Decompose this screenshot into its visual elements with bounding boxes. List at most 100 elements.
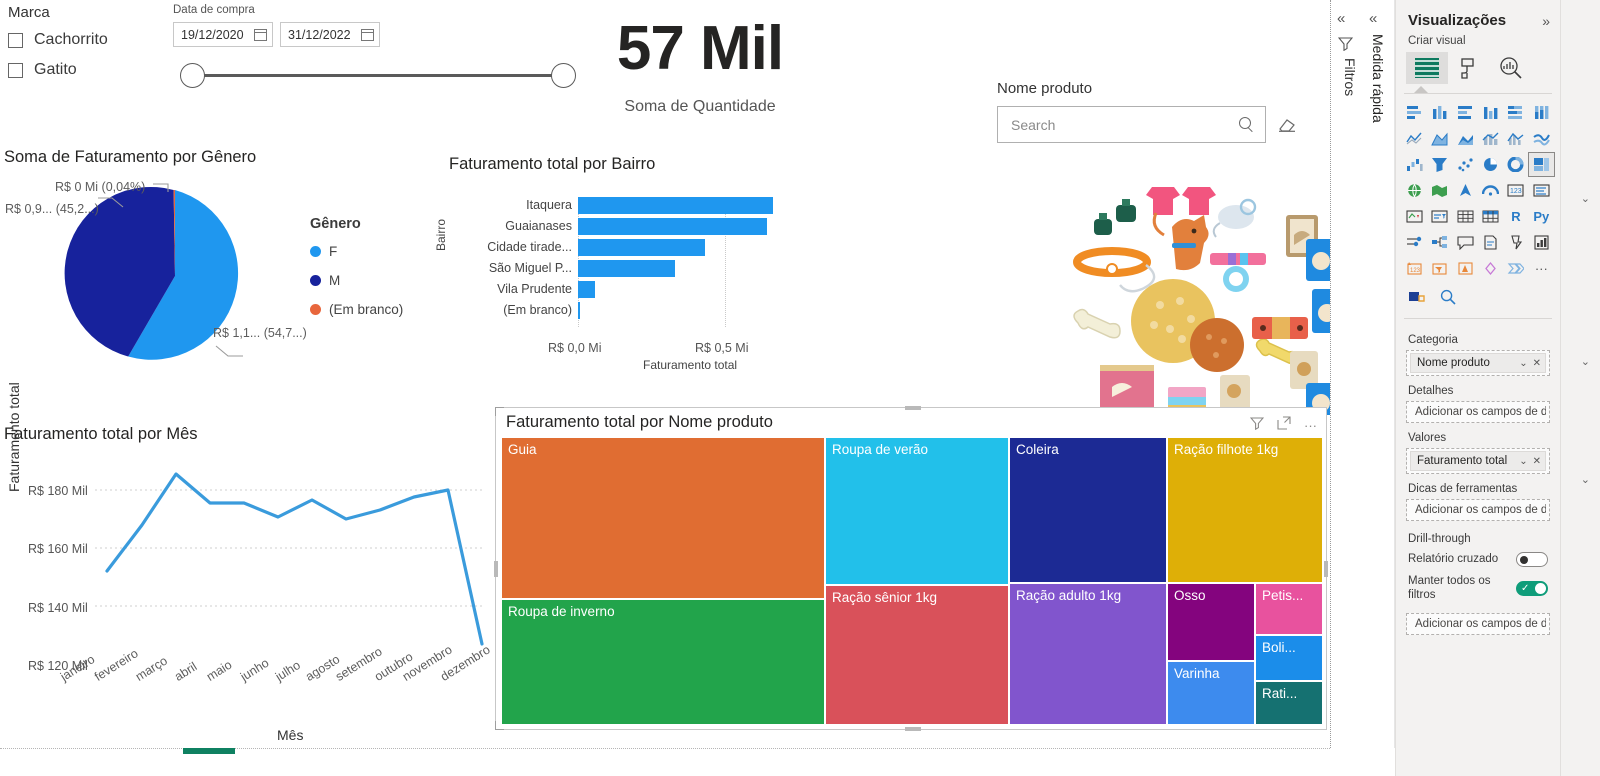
- treemap-tile-racao-filhote[interactable]: Ração filhote 1kg: [1168, 438, 1322, 582]
- bar-rect[interactable]: [578, 302, 580, 319]
- field-chip-faturamento-total[interactable]: Faturamento total ⌄ ✕: [1410, 451, 1546, 471]
- chevron-down-icon[interactable]: ⌄: [1519, 456, 1527, 467]
- treemap-tile-racao-adulto[interactable]: Ração adulto 1kg: [1010, 584, 1166, 724]
- build-visual-tab[interactable]: [1406, 52, 1448, 84]
- map-icon[interactable]: [1402, 179, 1427, 202]
- bar-rect[interactable]: [578, 218, 767, 235]
- chevron-down-icon[interactable]: ⌄: [1581, 473, 1590, 486]
- date-range-slider[interactable]: [173, 55, 583, 95]
- area-chart-icon[interactable]: [1427, 127, 1452, 150]
- more-options-icon[interactable]: ···: [1304, 419, 1317, 432]
- kpi-icon[interactable]: [1402, 205, 1427, 228]
- table-icon[interactable]: [1453, 205, 1478, 228]
- treemap-tile-petiscos[interactable]: Petis...: [1256, 584, 1322, 634]
- ribbon-chart-icon[interactable]: [1529, 127, 1554, 150]
- remove-field-icon[interactable]: ✕: [1533, 358, 1541, 369]
- calendar-icon[interactable]: [361, 28, 374, 41]
- treemap-tile-ratinho[interactable]: Rati...: [1256, 682, 1322, 724]
- bar-rect[interactable]: [578, 260, 675, 277]
- keep-filters-toggle[interactable]: ✓: [1516, 580, 1548, 596]
- cross-report-toggle[interactable]: [1516, 552, 1548, 567]
- bar-rect[interactable]: [578, 239, 705, 256]
- date-end-field[interactable]: 31/12/2022: [280, 22, 380, 47]
- power-apps-icon[interactable]: 123: [1402, 257, 1427, 280]
- search-icon[interactable]: [1239, 117, 1254, 132]
- legend-item-em-branco[interactable]: (Em branco): [310, 302, 403, 317]
- slicer-marca-option-gatito[interactable]: Gatito: [8, 61, 168, 79]
- paginated-report-icon[interactable]: [1503, 231, 1528, 254]
- qa-icon[interactable]: [1453, 231, 1478, 254]
- arcgis-map-icon[interactable]: [1478, 179, 1503, 202]
- analytics-tab[interactable]: [1490, 52, 1532, 84]
- treemap-tile-osso[interactable]: Osso: [1168, 584, 1254, 660]
- python-script-icon[interactable]: Py: [1529, 205, 1554, 228]
- treemap-tile-coleira[interactable]: Coleira: [1010, 438, 1166, 582]
- resize-handle-bottom[interactable]: [905, 727, 921, 731]
- well-categoria[interactable]: Nome produto ⌄ ✕: [1406, 350, 1550, 376]
- resize-handle-top-left[interactable]: [495, 407, 504, 416]
- funnel-chart-icon[interactable]: [1427, 153, 1452, 176]
- donut-chart-icon[interactable]: [1503, 153, 1528, 176]
- filled-map-icon[interactable]: [1427, 179, 1452, 202]
- slider-track[interactable]: [190, 74, 566, 77]
- resize-handle-top[interactable]: [905, 406, 921, 410]
- more-visuals-icon[interactable]: [1503, 257, 1528, 280]
- multi-row-card-icon[interactable]: [1529, 179, 1554, 202]
- visual-treemap-faturamento-por-produto[interactable]: Faturamento total por Nome produto ··· G…: [494, 406, 1328, 731]
- slicer-marca-option-cachorrito[interactable]: Cachorrito: [8, 31, 168, 49]
- line-chart-icon[interactable]: [1402, 127, 1427, 150]
- arcgis-maps-icon[interactable]: [1453, 257, 1478, 280]
- line-stacked-column-chart-icon[interactable]: [1478, 127, 1503, 150]
- slicer-marca[interactable]: Marca Cachorrito Gatito: [8, 4, 168, 91]
- treemap-tile-guia[interactable]: Guia: [502, 438, 824, 598]
- treemap-tile-roupa-inverno[interactable]: Roupa de inverno: [502, 600, 824, 724]
- line-series-faturamento[interactable]: [105, 472, 484, 646]
- chevron-down-icon[interactable]: ⌄: [1581, 192, 1590, 205]
- chevron-left-icon[interactable]: «: [1369, 10, 1377, 27]
- chevron-down-icon[interactable]: ⌄: [1519, 358, 1527, 369]
- r-script-icon[interactable]: R: [1503, 205, 1528, 228]
- stacked-area-chart-icon[interactable]: [1453, 127, 1478, 150]
- scatter-chart-icon[interactable]: [1453, 153, 1478, 176]
- treemap-tile-roupa-verao[interactable]: Roupa de verão: [826, 438, 1008, 584]
- well-dicas-de-ferramentas[interactable]: Adicionar os campos de da...: [1406, 499, 1550, 521]
- treemap-tile-varinha[interactable]: Varinha: [1168, 662, 1254, 724]
- focus-mode-icon[interactable]: [1277, 416, 1291, 435]
- slicer-data-compra[interactable]: Data de compra 19/12/2020 31/12/2022: [173, 4, 583, 95]
- resize-handle-left[interactable]: [494, 561, 498, 577]
- chevron-down-icon[interactable]: ⌄: [1581, 355, 1590, 368]
- ellipsis-icon[interactable]: ···: [1529, 257, 1554, 280]
- power-automate-icon[interactable]: [1427, 257, 1452, 280]
- clustered-bar-chart-icon[interactable]: [1453, 101, 1478, 124]
- decomposition-tree-icon[interactable]: [1427, 231, 1452, 254]
- chevron-right-icon[interactable]: »: [1542, 13, 1550, 29]
- smart-narrative-icon[interactable]: [1478, 257, 1503, 280]
- 100-stacked-column-chart-icon[interactable]: [1529, 101, 1554, 124]
- resize-handle-bottom-left[interactable]: [495, 721, 504, 730]
- search-icon[interactable]: [1440, 289, 1456, 310]
- quick-measure-pane-collapsed[interactable]: « Medida rápida: [1362, 0, 1395, 748]
- azure-map-icon[interactable]: [1453, 179, 1478, 202]
- visual-pie-faturamento-por-genero[interactable]: Soma de Faturamento por Gênero R$ 0 Mi (…: [0, 148, 440, 373]
- visual-bar-faturamento-por-bairro[interactable]: Faturamento total por Bairro Bairro Itaq…: [434, 155, 910, 380]
- remove-field-icon[interactable]: ✕: [1533, 456, 1541, 467]
- legend-item-m[interactable]: M: [310, 273, 403, 288]
- key-influencers-icon[interactable]: [1402, 231, 1427, 254]
- clustered-column-chart-icon[interactable]: [1478, 101, 1503, 124]
- treemap-tile-racao-senior[interactable]: Ração sênior 1kg: [826, 586, 1008, 724]
- metrics-icon[interactable]: [1529, 231, 1554, 254]
- slicer-icon[interactable]: [1427, 205, 1452, 228]
- bar-rect[interactable]: [578, 281, 595, 298]
- legend-item-f[interactable]: F: [310, 244, 403, 259]
- chevron-left-icon[interactable]: «: [1337, 10, 1345, 27]
- well-valores[interactable]: Faturamento total ⌄ ✕: [1406, 448, 1550, 474]
- well-drillthrough[interactable]: Adicionar os campos de dr...: [1406, 612, 1550, 635]
- 100-stacked-bar-chart-icon[interactable]: [1503, 101, 1528, 124]
- pie-chart-icon[interactable]: [1478, 153, 1503, 176]
- treemap-icon[interactable]: [1527, 152, 1556, 177]
- line-clustered-column-chart-icon[interactable]: [1503, 127, 1528, 150]
- card-icon[interactable]: 123: [1503, 179, 1528, 202]
- slider-handle-start[interactable]: [180, 63, 205, 88]
- search-input[interactable]: Search: [997, 106, 1266, 143]
- format-visual-tab[interactable]: [1448, 52, 1490, 84]
